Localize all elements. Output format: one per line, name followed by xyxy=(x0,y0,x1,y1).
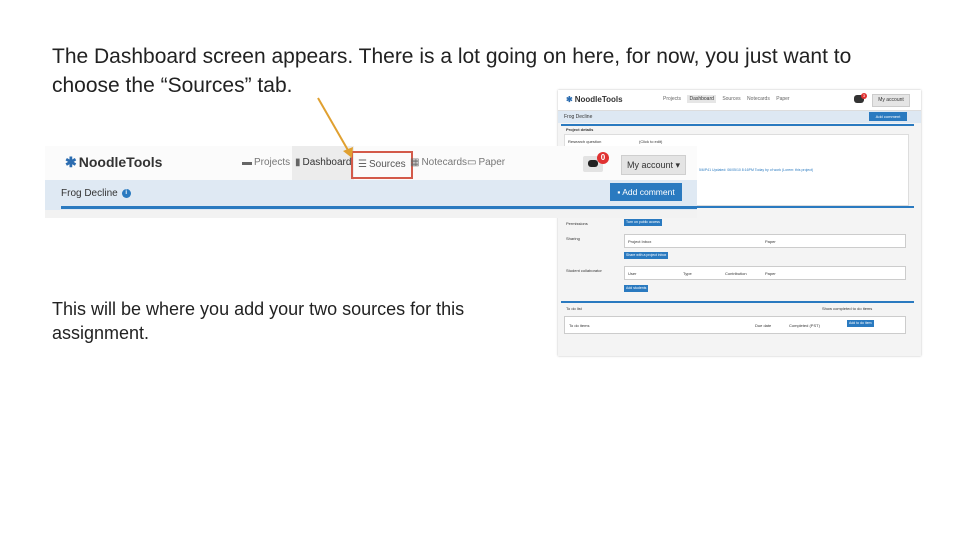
collab-col: Type xyxy=(683,271,692,276)
collab-col: Contribution xyxy=(725,271,747,276)
bar-chart-icon: ▮ xyxy=(295,157,301,168)
chat-icon xyxy=(588,160,598,167)
research-question-label: Research question xyxy=(568,139,602,144)
notification-badge: 3 xyxy=(861,93,867,99)
dashboard-screenshot: ✱ NoodleTools Projects Dashboard Sources … xyxy=(558,90,921,356)
add-todo-button[interactable]: Add to do item xyxy=(847,320,874,327)
sharing-table: Project Inbox Paper xyxy=(624,234,906,248)
collab-col: Paper xyxy=(765,271,776,276)
permissions-label: Permissions xyxy=(566,221,588,226)
share-inbox-button[interactable]: Share with a project inbox xyxy=(624,252,669,259)
updated-line: 5/6/P41 Updated: 06/05/10 8:16PM Today b… xyxy=(699,168,814,172)
collaborators-table: User Type Contribution Paper xyxy=(624,266,906,280)
tab-projects[interactable]: ▬ Projects xyxy=(242,146,290,180)
collab-col: User xyxy=(628,271,637,276)
research-question-value[interactable]: (Click to edit) xyxy=(639,139,662,144)
comment-icon: ▪ xyxy=(617,187,621,197)
project-bar: Frog Decline Add comment xyxy=(558,111,921,123)
info-icon[interactable]: i xyxy=(121,188,131,198)
tab-sources[interactable]: Sources xyxy=(722,96,740,102)
noodletools-logo: ✱ NoodleTools xyxy=(65,154,163,170)
tab-notecards[interactable]: Notecards xyxy=(747,96,770,102)
add-comment-button[interactable]: Add comment xyxy=(869,112,907,121)
tab-paper[interactable]: ▭ Paper xyxy=(467,146,505,180)
add-comment-button[interactable]: ▪ Add comment xyxy=(610,183,682,201)
tab-notecards[interactable]: ▦ Notecards xyxy=(410,146,467,180)
zoomed-navbar: ✱ NoodleTools ▬ Projects ▮ Dashboard ☰ Sourc… xyxy=(45,146,697,218)
project-name: Frog Decline i xyxy=(61,188,131,199)
tab-projects[interactable]: Projects xyxy=(663,96,681,102)
account-menu[interactable]: My account xyxy=(872,94,910,107)
screenshot-navbar: ✱ NoodleTools Projects Dashboard Sources … xyxy=(558,90,921,111)
sharing-label: Sharing xyxy=(566,236,580,241)
tab-paper[interactable]: Paper xyxy=(776,96,789,102)
list-icon: ☰ xyxy=(358,159,367,170)
navbar: ✱ NoodleTools ▬ Projects ▮ Dashboard ☰ Sourc… xyxy=(45,146,697,180)
todo-col: To do items xyxy=(569,323,590,328)
paper-icon: ▭ xyxy=(467,157,477,168)
sharing-col: Project Inbox xyxy=(628,239,652,244)
tab-dashboard[interactable]: ▮ Dashboard xyxy=(292,146,355,180)
add-students-button[interactable]: Add students xyxy=(624,285,649,292)
screenshot-logo: ✱ NoodleTools xyxy=(566,95,623,104)
collaborators-label: Student collaborator xyxy=(566,268,602,273)
account-menu[interactable]: My account ▾ xyxy=(621,155,686,175)
todo-col: Completed (PST) xyxy=(789,323,820,328)
todo-col: Due date xyxy=(755,323,772,328)
notification-badge: 0 xyxy=(597,152,609,164)
project-name: Frog Decline xyxy=(564,114,593,120)
todo-label: To do list xyxy=(566,306,582,311)
divider xyxy=(561,124,914,126)
logo-figure-icon: ✱ xyxy=(65,154,77,170)
sources-caption: This will be where you add your two sour… xyxy=(52,299,465,343)
sharing-col: Paper xyxy=(765,239,776,244)
grid-icon: ▦ xyxy=(410,157,420,168)
chevron-down-icon: ▾ xyxy=(675,160,681,170)
tab-sources[interactable]: ☰ Sources xyxy=(351,151,413,179)
divider xyxy=(61,206,697,209)
divider xyxy=(561,301,914,303)
todo-toggle[interactable]: Show completed to do items xyxy=(822,306,872,311)
screenshot-tabs: Projects Dashboard Sources Notecards Pap… xyxy=(663,95,795,103)
tab-dashboard[interactable]: Dashboard xyxy=(687,95,716,103)
public-access-button[interactable]: Turn on public access xyxy=(624,219,662,226)
project-details-label: Project details xyxy=(566,127,594,132)
todo-table: To do items Due date Completed (PST) Add… xyxy=(564,316,906,334)
folder-icon: ▬ xyxy=(242,157,252,168)
